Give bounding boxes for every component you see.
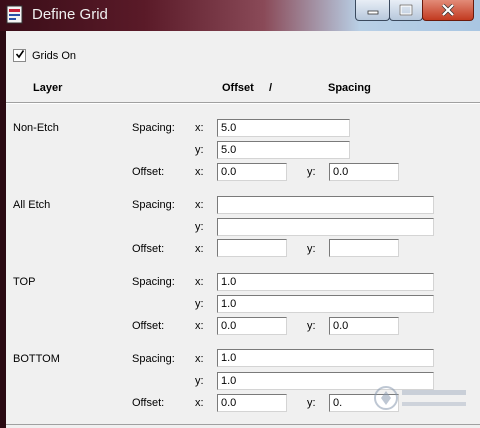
title-bar[interactable]: Define Grid xyxy=(0,0,480,31)
layer-header: Layer xyxy=(33,82,63,94)
maximize-button[interactable] xyxy=(389,0,423,21)
grids-on-option[interactable]: Grids On xyxy=(13,49,76,62)
y-label: y: xyxy=(307,166,316,178)
offset-header: Offset xyxy=(222,82,254,94)
spacing-label: Spacing: xyxy=(132,122,175,134)
top-offset-y-field[interactable]: 0.0 xyxy=(329,317,399,335)
define-grid-window: Define Grid Grids On Layer Offset / Spac… xyxy=(0,0,480,428)
x-label: x: xyxy=(195,353,204,365)
x-label: x: xyxy=(195,122,204,134)
header-divider xyxy=(6,102,480,104)
y-label: y: xyxy=(307,243,316,255)
x-label: x: xyxy=(195,276,204,288)
grids-on-label: Grids On xyxy=(32,49,77,62)
x-label: x: xyxy=(195,397,204,409)
all-etch-offset-x-field[interactable] xyxy=(217,239,287,257)
spacing-header: Spacing xyxy=(328,82,371,94)
minimize-button[interactable] xyxy=(355,0,390,21)
bottom-spacing-y-field[interactable]: 1.0 xyxy=(217,372,434,390)
top-spacing-y-field[interactable]: 1.0 xyxy=(217,295,434,313)
close-button[interactable] xyxy=(422,0,474,21)
non-etch-spacing-y-field[interactable]: 5.0 xyxy=(217,141,350,159)
y-label: y: xyxy=(307,320,316,332)
y-label: y: xyxy=(195,221,204,233)
dialog-body: Grids On Layer Offset / Spacing Non-Etch… xyxy=(6,31,480,428)
top-spacing-x-field[interactable]: 1.0 xyxy=(217,273,434,291)
header-slash: / xyxy=(269,82,273,94)
checkmark-icon xyxy=(15,49,25,62)
x-label: x: xyxy=(195,320,204,332)
layer-name: All Etch xyxy=(13,199,51,211)
non-etch-spacing-x-field[interactable]: 5.0 xyxy=(217,119,350,137)
y-label: y: xyxy=(307,397,316,409)
y-label: y: xyxy=(195,144,204,156)
offset-label: Offset: xyxy=(132,166,165,178)
layer-name: BOTTOM xyxy=(13,353,60,365)
spacing-label: Spacing: xyxy=(132,199,175,211)
y-label: y: xyxy=(195,298,204,310)
top-offset-x-field[interactable]: 0.0 xyxy=(217,317,287,335)
minimize-icon xyxy=(367,5,379,15)
x-label: x: xyxy=(195,166,204,178)
spacing-label: Spacing: xyxy=(132,276,175,288)
x-label: x: xyxy=(195,199,204,211)
app-icon xyxy=(6,5,23,24)
offset-label: Offset: xyxy=(132,243,165,255)
maximize-icon xyxy=(399,4,413,16)
layer-name: Non-Etch xyxy=(13,122,59,134)
layer-name: TOP xyxy=(13,276,36,288)
offset-label: Offset: xyxy=(132,397,165,409)
window-title: Define Grid xyxy=(32,6,108,23)
grids-on-checkbox[interactable] xyxy=(13,49,26,62)
all-etch-spacing-y-field[interactable] xyxy=(217,218,434,236)
bottom-divider xyxy=(6,424,480,425)
bottom-spacing-x-field[interactable]: 1.0 xyxy=(217,349,434,367)
bottom-offset-y-field[interactable]: 0. xyxy=(329,394,399,412)
non-etch-offset-x-field[interactable]: 0.0 xyxy=(217,163,287,181)
all-etch-offset-y-field[interactable] xyxy=(329,239,399,257)
x-label: x: xyxy=(195,243,204,255)
bottom-offset-x-field[interactable]: 0.0 xyxy=(217,394,287,412)
offset-label: Offset: xyxy=(132,320,165,332)
all-etch-spacing-x-field[interactable] xyxy=(217,196,434,214)
close-icon xyxy=(441,4,455,16)
spacing-label: Spacing: xyxy=(132,353,175,365)
y-label: y: xyxy=(195,375,204,387)
non-etch-offset-y-field[interactable]: 0.0 xyxy=(329,163,399,181)
